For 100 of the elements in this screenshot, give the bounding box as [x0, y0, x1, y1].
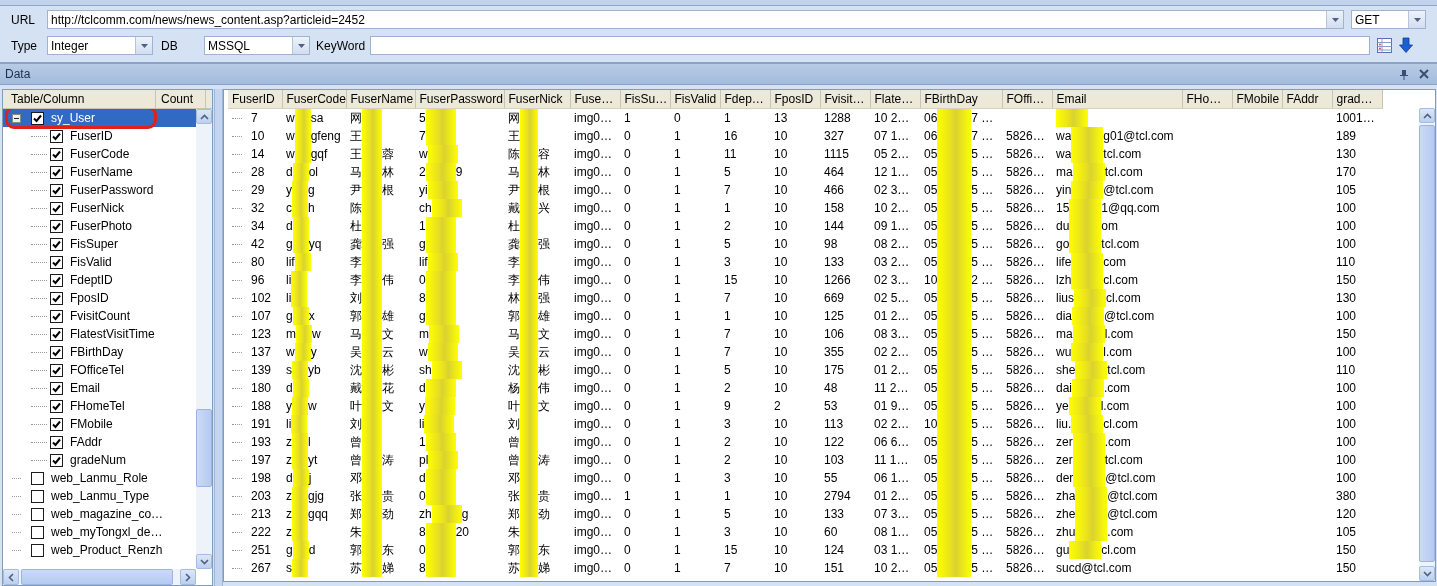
table-cell-text: 5826… — [1005, 398, 1046, 415]
scroll-up-button[interactable] — [196, 109, 212, 124]
scrollbar[interactable] — [3, 569, 196, 585]
table-cell-text: 100 — [1335, 470, 1358, 487]
scrollbar-thumb[interactable] — [196, 409, 212, 487]
tree-item[interactable]: FdeptID — [3, 271, 196, 289]
cell-text: 28 — [251, 165, 265, 179]
column-header[interactable]: FuserName — [346, 90, 415, 109]
tree-item[interactable]: FAddr — [3, 433, 196, 451]
db-dropdown[interactable]: MSSQL — [204, 36, 310, 55]
checkbox[interactable] — [50, 417, 63, 431]
tree-item[interactable]: FvisitCount — [3, 307, 196, 325]
pin-icon[interactable] — [1399, 68, 1409, 80]
tree-item[interactable]: web_Lanmu_Type — [3, 487, 196, 505]
tree-item[interactable]: FuserPassword — [3, 181, 196, 199]
checkbox[interactable] — [31, 471, 44, 485]
checkbox[interactable] — [50, 345, 63, 359]
checkbox[interactable] — [31, 111, 44, 125]
column-header[interactable]: FposID — [770, 90, 820, 109]
checkbox[interactable] — [50, 435, 63, 449]
column-header[interactable]: FisValid — [670, 90, 720, 109]
down-arrow-icon[interactable] — [1399, 37, 1413, 54]
column-header[interactable]: Fuse… — [570, 90, 620, 109]
column-header[interactable]: FuserCode — [282, 90, 346, 109]
column-header[interactable]: FAddr — [1282, 90, 1332, 109]
checkbox[interactable] — [50, 201, 63, 215]
scroll-right-button[interactable] — [180, 569, 196, 585]
checkbox[interactable] — [50, 381, 63, 395]
checkbox[interactable] — [50, 237, 63, 251]
checkbox[interactable] — [50, 291, 63, 305]
column-header[interactable]: Fvisit… — [820, 90, 870, 109]
scrollbar[interactable] — [196, 109, 212, 569]
cell-text: 5 … — [971, 417, 994, 431]
scroll-down-button[interactable] — [1419, 566, 1435, 581]
checkbox[interactable] — [50, 147, 63, 161]
tree-item[interactable]: sy_User — [3, 109, 196, 127]
column-header[interactable]: Count — [156, 90, 206, 108]
column-header[interactable]: grad… — [1332, 90, 1382, 109]
checkbox[interactable] — [31, 489, 44, 503]
method-dropdown[interactable]: GET — [1351, 10, 1426, 29]
scroll-up-button[interactable] — [1419, 108, 1435, 123]
checkbox[interactable] — [50, 309, 63, 323]
table-cell-text: 5826… — [1005, 326, 1046, 343]
checkbox[interactable] — [50, 399, 63, 413]
tree-item[interactable]: FisValid — [3, 253, 196, 271]
type-dropdown[interactable]: Integer — [47, 36, 153, 55]
table-icon[interactable] — [1376, 37, 1393, 54]
checkbox[interactable] — [50, 255, 63, 269]
tree-item[interactable]: FuserID — [3, 127, 196, 145]
checkbox[interactable] — [50, 129, 63, 143]
checkbox[interactable] — [50, 183, 63, 197]
table-cell-text: 02 2… — [873, 416, 911, 433]
column-header[interactable]: FisSu… — [620, 90, 670, 109]
checkbox[interactable] — [31, 543, 44, 557]
collapse-icon[interactable] — [12, 113, 21, 123]
tree-item[interactable]: FposID — [3, 289, 196, 307]
column-header[interactable]: FBirthDay — [920, 90, 1002, 109]
tree-item[interactable]: web_magazine_co… — [3, 505, 196, 523]
column-header[interactable]: FMobile — [1232, 90, 1282, 109]
tree-item[interactable]: FMobile — [3, 415, 196, 433]
scrollbar-thumb[interactable] — [21, 569, 173, 585]
scroll-down-button[interactable] — [196, 554, 212, 569]
tree-item[interactable]: FuserCode — [3, 145, 196, 163]
tree-item[interactable]: FuserName — [3, 163, 196, 181]
scroll-left-button[interactable] — [3, 569, 19, 585]
tree-item[interactable]: FuserNick — [3, 199, 196, 217]
column-header[interactable]: FOffi… — [1002, 90, 1052, 109]
checkbox[interactable] — [50, 453, 63, 467]
keyword-field[interactable] — [370, 36, 1370, 55]
checkbox[interactable] — [50, 219, 63, 233]
chevron-left-icon — [8, 572, 14, 582]
tree-item[interactable]: FOfficeTel — [3, 361, 196, 379]
checkbox[interactable] — [50, 273, 63, 287]
tree-item[interactable]: FlatestVisitTime — [3, 325, 196, 343]
checkbox[interactable] — [31, 507, 44, 521]
url-field[interactable]: http://tclcomm.com/news/news_content.asp?articleid=2452 — [47, 10, 1344, 29]
column-header[interactable]: FuserID — [228, 90, 282, 109]
column-header[interactable]: Table/Column — [3, 90, 156, 108]
column-header[interactable]: Fdep… — [720, 90, 770, 109]
checkbox[interactable] — [50, 363, 63, 377]
column-header[interactable]: FHo… — [1182, 90, 1232, 109]
close-icon[interactable] — [1419, 69, 1429, 79]
checkbox[interactable] — [50, 327, 63, 341]
splitter-handle[interactable] — [214, 89, 223, 586]
tree-item[interactable]: web_Lanmu_Role — [3, 469, 196, 487]
tree-item[interactable]: Email — [3, 379, 196, 397]
cell-text: 06 — [924, 129, 938, 143]
column-header[interactable]: Email — [1052, 90, 1182, 109]
column-header[interactable]: FuserNick — [504, 90, 570, 109]
column-header[interactable]: Flate… — [870, 90, 920, 109]
checkbox[interactable] — [31, 525, 44, 539]
tree-item[interactable]: FisSuper — [3, 235, 196, 253]
checkbox[interactable] — [50, 165, 63, 179]
tree-item[interactable]: FuserPhoto — [3, 217, 196, 235]
tree-item[interactable]: web_Product_Renzh — [3, 541, 196, 559]
tree-item[interactable]: gradeNum — [3, 451, 196, 469]
tree-item[interactable]: FBirthDay — [3, 343, 196, 361]
tree-item[interactable]: FHomeTel — [3, 397, 196, 415]
column-header[interactable]: FuserPassword — [415, 90, 504, 109]
tree-item[interactable]: web_myTongxl_de… — [3, 523, 196, 541]
